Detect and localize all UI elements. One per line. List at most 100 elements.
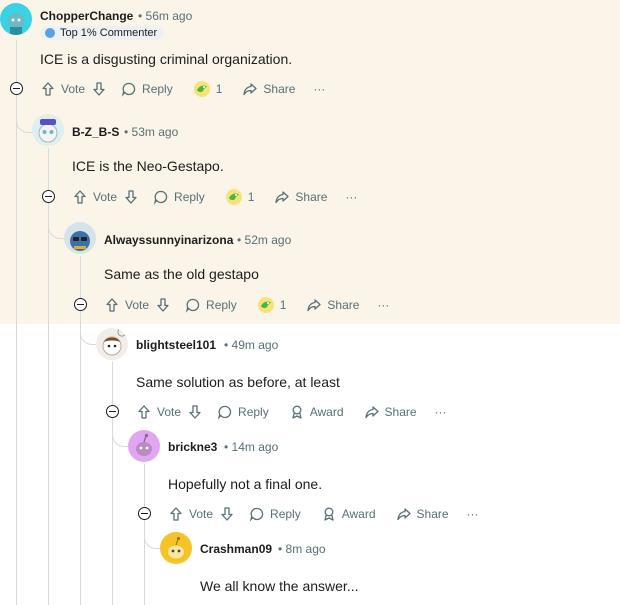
username[interactable]: Crashman09 <box>200 542 272 556</box>
upvote-button[interactable] <box>136 404 152 420</box>
vote-label: Vote <box>189 507 214 521</box>
separator: • <box>278 542 283 556</box>
commenter-badge-icon <box>45 28 55 38</box>
comment-time[interactable]: • 14m ago <box>224 440 278 454</box>
award-button[interactable]: 1 <box>225 188 261 206</box>
share-button[interactable]: Share <box>364 404 423 420</box>
share-button[interactable]: Share <box>242 81 301 97</box>
username[interactable]: blightsteel101 <box>136 338 216 352</box>
reply-label: Reply <box>238 405 269 419</box>
award-button[interactable]: 1 <box>257 296 293 314</box>
username[interactable]: B-Z_B-S <box>72 125 119 139</box>
downvote-icon <box>221 507 233 521</box>
comment-time[interactable]: • 53m ago <box>124 125 178 139</box>
reply-button[interactable]: Reply <box>153 189 211 205</box>
collapse-thread-button[interactable] <box>10 82 23 95</box>
reply-button[interactable]: Reply <box>217 404 275 420</box>
username[interactable]: Alwayssunnyinarizona <box>104 233 233 247</box>
award-icon <box>292 405 302 419</box>
username[interactable]: ChopperChange <box>40 9 133 23</box>
share-icon <box>364 406 379 419</box>
timestamp[interactable]: 49m ago <box>232 338 279 352</box>
avatar[interactable] <box>64 222 96 254</box>
more-options-button[interactable]: ··· <box>377 298 389 312</box>
reply-icon <box>153 190 168 205</box>
upvote-icon <box>74 190 86 204</box>
avatar[interactable] <box>96 328 128 360</box>
collapse-thread-button[interactable] <box>106 405 119 418</box>
reply-button[interactable]: Reply <box>249 506 307 522</box>
timestamp[interactable]: 52m ago <box>245 233 292 247</box>
downvote-icon <box>157 298 169 312</box>
share-button[interactable]: Share <box>396 506 455 522</box>
comment-time[interactable]: • 49m ago <box>224 338 278 352</box>
collapse-thread-button[interactable] <box>138 507 151 520</box>
more-options-button[interactable]: ··· <box>313 82 325 96</box>
upvote-button[interactable] <box>72 189 88 205</box>
share-label: Share <box>416 507 449 521</box>
downvote-button[interactable] <box>91 81 107 97</box>
comment-time[interactable]: • 8m ago <box>278 542 326 556</box>
upvote-icon <box>106 298 118 312</box>
avatar[interactable] <box>160 532 192 564</box>
badge-label: Top 1% Commenter <box>60 27 158 39</box>
share-icon <box>275 191 290 204</box>
timestamp[interactable]: 14m ago <box>232 440 279 454</box>
comment-time[interactable]: • 56m ago <box>138 9 192 23</box>
avatar[interactable] <box>32 114 64 146</box>
share-button[interactable]: Share <box>274 189 333 205</box>
reply-icon <box>185 298 200 313</box>
collapse-thread-button[interactable] <box>74 298 87 311</box>
more-icon: ··· <box>377 298 390 312</box>
upvote-button[interactable] <box>168 506 184 522</box>
separator: • <box>138 9 143 23</box>
vote-label: Vote <box>61 82 86 96</box>
comment-actions: Vote Reply 1 Share ··· <box>104 295 389 315</box>
separator: • <box>224 440 229 454</box>
reply-icon <box>121 82 136 97</box>
share-button[interactable]: Share <box>306 297 365 313</box>
collapse-thread-button[interactable] <box>42 190 55 203</box>
award-button[interactable]: Award <box>321 506 382 522</box>
timestamp[interactable]: 56m ago <box>146 9 193 23</box>
downvote-button[interactable] <box>123 189 139 205</box>
more-options-button[interactable]: ··· <box>467 507 479 521</box>
award-label: Award <box>309 405 344 419</box>
more-icon: ··· <box>434 405 447 419</box>
vote-label: Vote <box>157 405 182 419</box>
reply-button[interactable]: Reply <box>185 297 243 313</box>
upvote-icon <box>138 405 150 419</box>
reply-button[interactable]: Reply <box>121 81 179 97</box>
share-icon <box>396 508 411 521</box>
upvote-button[interactable] <box>40 81 56 97</box>
award-button[interactable]: Award <box>289 404 350 420</box>
downvote-button[interactable] <box>155 297 171 313</box>
timestamp[interactable]: 53m ago <box>132 125 179 139</box>
downvote-button[interactable] <box>187 404 203 420</box>
downvote-button[interactable] <box>219 506 235 522</box>
comment-text: Same as the old gestapo <box>104 266 259 282</box>
username[interactable]: brickne3 <box>168 440 217 454</box>
more-options-button[interactable]: ··· <box>345 190 357 204</box>
upvote-icon <box>170 507 182 521</box>
avatar[interactable] <box>0 3 32 35</box>
reply-icon <box>217 405 232 420</box>
comment-text: We all know the answer... <box>200 578 359 594</box>
comment-time[interactable]: • 52m ago <box>237 233 291 247</box>
timestamp[interactable]: 8m ago <box>286 542 326 556</box>
status-badge: Top 1% Commenter <box>40 26 165 40</box>
comment-text: Same solution as before, at least <box>136 374 340 390</box>
award-gold-icon <box>257 297 274 313</box>
award-count: 1 <box>279 298 287 312</box>
share-icon <box>243 83 258 96</box>
comment-actions: Vote Reply 1 Share ··· <box>40 79 325 99</box>
award-button[interactable]: 1 <box>193 80 229 98</box>
separator: • <box>237 233 242 247</box>
share-label: Share <box>384 405 417 419</box>
more-options-button[interactable]: ··· <box>435 405 447 419</box>
reply-label: Reply <box>270 507 301 521</box>
award-gold-icon <box>193 81 210 97</box>
share-label: Share <box>263 82 296 96</box>
upvote-button[interactable] <box>104 297 120 313</box>
avatar[interactable] <box>128 430 160 462</box>
